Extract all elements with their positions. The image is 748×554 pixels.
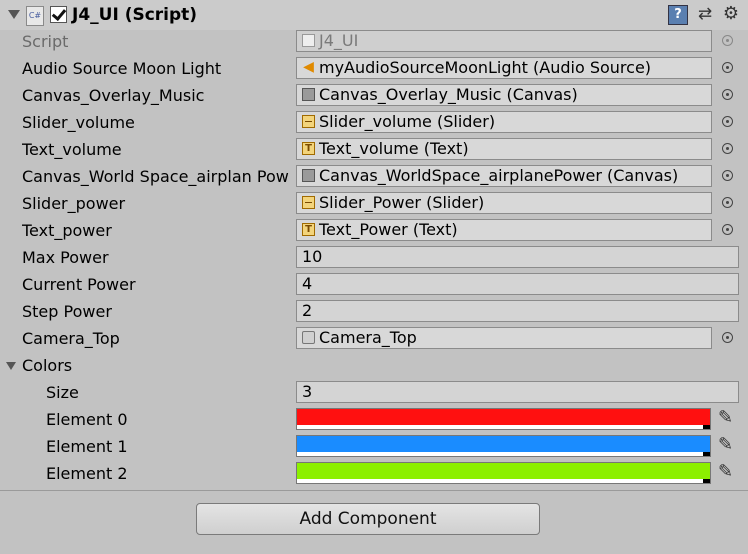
camera-icon (302, 331, 315, 344)
color-bar (297, 436, 710, 452)
element-label: Element 1 (46, 437, 128, 456)
alpha-bar (297, 479, 710, 483)
text-object-field[interactable]: T Text_volume (Text) (296, 138, 712, 160)
fold-arrow-icon[interactable] (6, 362, 16, 370)
camera-object-field[interactable]: Camera_Top (296, 327, 712, 349)
slider-icon (302, 196, 315, 209)
canvas-object-field[interactable]: Canvas_Overlay_Music (Canvas) (296, 84, 712, 106)
object-picker-icon (722, 35, 733, 46)
color-bar (297, 409, 710, 425)
field-label: Step Power (22, 302, 112, 321)
component-header: C# J4_UI (Script) ? ⇄ ⚙ (0, 0, 748, 30)
field-value: myAudioSourceMoonLight (Audio Source) (319, 58, 652, 77)
color-swatch[interactable] (296, 408, 711, 430)
element-label: Element 0 (46, 410, 128, 429)
field-label: Slider_power (22, 194, 126, 213)
color-element-row: Element 0 ✎ (0, 407, 748, 434)
field-value: Camera_Top (319, 328, 417, 347)
field-row-canvas-worldspace: Canvas_World Space_airplan Pow Canvas_Wo… (0, 164, 748, 191)
element-label: Element 2 (46, 464, 128, 483)
field-row-camera-top: Camera_Top Camera_Top (0, 326, 748, 353)
field-label: Canvas_Overlay_Music (22, 86, 205, 105)
script-icon (302, 34, 315, 47)
field-label: Current Power (22, 275, 136, 294)
slider-icon (302, 115, 315, 128)
field-label: Text_volume (22, 140, 122, 159)
divider (0, 490, 748, 491)
csharp-script-icon: C# (26, 6, 44, 26)
alpha-bar (297, 452, 710, 456)
eyedropper-icon[interactable]: ✎ (718, 461, 733, 482)
field-value: Canvas_Overlay_Music (Canvas) (319, 85, 578, 104)
object-picker-icon[interactable] (722, 116, 733, 127)
colors-label: Colors (22, 356, 73, 375)
field-row-max-power: Max Power 10 (0, 245, 748, 272)
field-value: Canvas_WorldSpace_airplanePower (Canvas) (319, 166, 679, 185)
color-swatch[interactable] (296, 435, 711, 457)
canvas-icon (302, 88, 315, 101)
field-row-script: Script J4_UI (0, 29, 748, 56)
colors-foldout[interactable]: Colors (0, 353, 748, 380)
current-power-input[interactable]: 4 (296, 273, 739, 295)
text-icon: T (302, 142, 315, 155)
component-enabled-checkbox[interactable] (50, 6, 67, 23)
field-row-text-volume: Text_volume T Text_volume (Text) (0, 137, 748, 164)
field-row-slider-power: Slider_power Slider_Power (Slider) (0, 191, 748, 218)
help-icon[interactable]: ? (668, 5, 688, 25)
object-picker-icon[interactable] (722, 89, 733, 100)
audio-source-object-field[interactable]: ◀ myAudioSourceMoonLight (Audio Source) (296, 57, 712, 79)
color-element-row: Element 1 ✎ (0, 434, 748, 461)
field-value: J4_UI (319, 31, 359, 50)
audio-source-icon: ◀ (303, 59, 314, 75)
color-swatch[interactable] (296, 462, 711, 484)
canvas-icon (302, 169, 315, 182)
step-power-input[interactable]: 2 (296, 300, 739, 322)
field-label: Audio Source Moon Light (22, 59, 222, 78)
eyedropper-icon[interactable]: ✎ (718, 434, 733, 455)
object-picker-icon[interactable] (722, 224, 733, 235)
alpha-bar (297, 425, 710, 429)
slider-object-field[interactable]: Slider_Power (Slider) (296, 192, 712, 214)
colors-size-row: Size 3 (0, 380, 748, 407)
text-icon: T (302, 223, 315, 236)
gear-icon[interactable]: ⚙ (722, 5, 740, 23)
field-row-current-power: Current Power 4 (0, 272, 748, 299)
field-label: Camera_Top (22, 329, 120, 348)
color-element-row: Element 2 ✎ (0, 461, 748, 488)
field-row-audio-source: Audio Source Moon Light ◀ myAudioSourceM… (0, 56, 748, 83)
fold-arrow-icon[interactable] (8, 10, 20, 19)
object-picker-icon[interactable] (722, 170, 733, 181)
field-row-text-power: Text_power T Text_Power (Text) (0, 218, 748, 245)
field-label: Script (22, 32, 69, 51)
object-picker-icon[interactable] (722, 143, 733, 154)
field-row-slider-volume: Slider_volume Slider_volume (Slider) (0, 110, 748, 137)
add-component-button[interactable]: Add Component (196, 503, 540, 535)
object-picker-icon[interactable] (722, 62, 733, 73)
script-object-field: J4_UI (296, 30, 712, 52)
field-label: Text_power (22, 221, 112, 240)
field-value: Text_Power (Text) (319, 220, 458, 239)
field-label: Canvas_World Space_airplan Pow (22, 167, 289, 186)
canvas-object-field[interactable]: Canvas_WorldSpace_airplanePower (Canvas) (296, 165, 712, 187)
eyedropper-icon[interactable]: ✎ (718, 407, 733, 428)
field-label: Max Power (22, 248, 109, 267)
field-value: Slider_Power (Slider) (319, 193, 485, 212)
field-label: Slider_volume (22, 113, 135, 132)
field-row-step-power: Step Power 2 (0, 299, 748, 326)
preset-icon[interactable]: ⇄ (696, 5, 714, 23)
object-picker-icon[interactable] (722, 197, 733, 208)
field-value: Text_volume (Text) (319, 139, 469, 158)
max-power-input[interactable]: 10 (296, 246, 739, 268)
size-label: Size (46, 383, 79, 402)
colors-size-input[interactable]: 3 (296, 381, 739, 403)
field-value: Slider_volume (Slider) (319, 112, 496, 131)
slider-object-field[interactable]: Slider_volume (Slider) (296, 111, 712, 133)
field-row-canvas-overlay: Canvas_Overlay_Music Canvas_Overlay_Musi… (0, 83, 748, 110)
color-bar (297, 463, 710, 479)
text-object-field[interactable]: T Text_Power (Text) (296, 219, 712, 241)
component-title: J4_UI (Script) (72, 5, 198, 25)
object-picker-icon[interactable] (722, 332, 733, 343)
